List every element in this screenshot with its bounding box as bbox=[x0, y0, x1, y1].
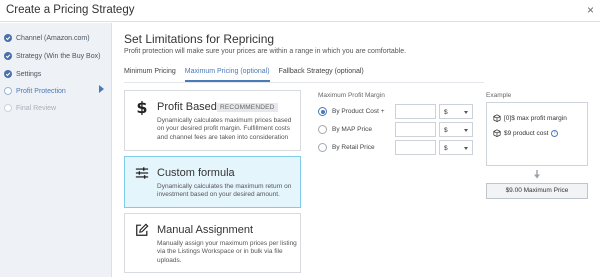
edit-icon bbox=[136, 223, 149, 236]
svg-text:$: $ bbox=[136, 99, 147, 115]
chevron-down-icon bbox=[464, 111, 468, 114]
radio-label: By Retail Price bbox=[332, 144, 375, 151]
tab-maximum-pricing[interactable]: Maximum Pricing (optional) bbox=[184, 68, 270, 82]
option-card-custom-formula[interactable]: Custom formula Dynamically calculates th… bbox=[124, 156, 301, 208]
retail-price-unit-select[interactable]: $ bbox=[439, 140, 473, 155]
window-title: Create a Pricing Strategy bbox=[6, 4, 135, 16]
option-title: Profit Based bbox=[157, 101, 217, 113]
step-label: Strategy (Win the Buy Box) bbox=[16, 52, 101, 60]
page-subtitle: Profit protection will make sure your pr… bbox=[124, 48, 407, 55]
margin-row-map-price: By MAP Price $ bbox=[318, 122, 473, 138]
margin-row-retail-price: By Retail Price $ bbox=[318, 140, 473, 156]
step-label: Final Review bbox=[16, 104, 57, 112]
close-icon[interactable]: × bbox=[587, 3, 594, 17]
step-strategy[interactable]: Strategy (Win the Buy Box) bbox=[4, 49, 100, 63]
step-settings[interactable]: Settings bbox=[4, 67, 41, 81]
product-cost-unit-select[interactable]: $ bbox=[439, 104, 473, 119]
margin-row-product-cost: By Product Cost + $ bbox=[318, 104, 473, 120]
option-description: Manually assign your maximum prices per … bbox=[157, 240, 297, 264]
step-pending-icon bbox=[4, 104, 12, 112]
check-icon bbox=[4, 34, 12, 42]
page-title: Set Limitations for Repricing bbox=[124, 32, 275, 46]
step-current-icon bbox=[4, 87, 12, 95]
map-price-unit-select[interactable]: $ bbox=[439, 122, 473, 137]
tab-fallback-strategy[interactable]: Fallback Strategy (optional) bbox=[279, 68, 364, 82]
unit-select-value: $ bbox=[444, 127, 448, 134]
pricing-tabs: Minimum Pricing Maximum Pricing (optiona… bbox=[124, 68, 373, 82]
chevron-down-icon bbox=[464, 147, 468, 150]
step-final-review: Final Review bbox=[4, 101, 56, 115]
step-label: Settings bbox=[16, 70, 42, 78]
option-title: Manual Assignment bbox=[157, 224, 253, 236]
tab-minimum-pricing[interactable]: Minimum Pricing bbox=[124, 68, 176, 82]
wizard-steps-sidebar: Channel (Amazon.com) Strategy (Win the B… bbox=[0, 23, 112, 277]
window-titlebar: Create a Pricing Strategy × bbox=[0, 0, 600, 22]
current-step-arrow-icon bbox=[99, 85, 104, 93]
unit-select-value: $ bbox=[444, 109, 448, 116]
option-title: Custom formula bbox=[157, 167, 235, 179]
chevron-down-icon bbox=[464, 129, 468, 132]
option-description: Dynamically calculates maximum prices ba… bbox=[157, 117, 292, 141]
example-margin-line: [0]$ max profit margin bbox=[493, 114, 567, 122]
dollar-icon: $ bbox=[136, 99, 147, 115]
retail-price-amount-input[interactable] bbox=[395, 140, 436, 155]
example-margin-text: [0]$ max profit margin bbox=[504, 114, 567, 122]
cube-icon bbox=[493, 114, 501, 122]
recommended-badge: RECOMMENDED bbox=[217, 103, 278, 112]
step-label: Channel (Amazon.com) bbox=[16, 34, 90, 42]
radio-product-cost[interactable] bbox=[318, 107, 327, 116]
step-profit-protection[interactable]: Profit Protection bbox=[4, 84, 66, 98]
example-box: [0]$ max profit margin $9 product cost i bbox=[486, 102, 588, 166]
radio-label: By Product Cost + bbox=[332, 108, 385, 115]
example-cost-text: $9 product cost bbox=[504, 129, 549, 137]
info-icon[interactable]: i bbox=[551, 129, 559, 137]
check-icon bbox=[4, 52, 12, 60]
sliders-icon bbox=[135, 167, 149, 179]
step-label: Profit Protection bbox=[16, 87, 66, 95]
radio-map-price[interactable] bbox=[318, 125, 327, 134]
step-channel[interactable]: Channel (Amazon.com) bbox=[4, 31, 90, 45]
option-card-manual-assignment[interactable]: Manual Assignment Manually assign your m… bbox=[124, 213, 301, 273]
example-result: $9.00 Maximum Price bbox=[486, 183, 588, 199]
unit-select-value: $ bbox=[444, 145, 448, 152]
arrow-down-icon bbox=[534, 170, 540, 179]
example-cost-line: $9 product cost i bbox=[493, 129, 559, 137]
product-cost-amount-input[interactable] bbox=[395, 104, 436, 119]
box-icon bbox=[493, 129, 501, 137]
option-card-profit-based[interactable]: $ Profit Based RECOMMENDED Dynamically c… bbox=[124, 90, 301, 151]
map-price-amount-input[interactable] bbox=[395, 122, 436, 137]
radio-retail-price[interactable] bbox=[318, 143, 327, 152]
option-description: Dynamically calculates the maximum retur… bbox=[157, 183, 292, 199]
main-panel: Set Limitations for Repricing Profit pro… bbox=[113, 23, 600, 277]
check-icon bbox=[4, 70, 12, 78]
max-profit-margin-label: Maximum Profit Margin bbox=[318, 92, 385, 99]
radio-label: By MAP Price bbox=[332, 126, 372, 133]
tabs-divider bbox=[124, 82, 484, 83]
example-label: Example bbox=[486, 92, 512, 99]
